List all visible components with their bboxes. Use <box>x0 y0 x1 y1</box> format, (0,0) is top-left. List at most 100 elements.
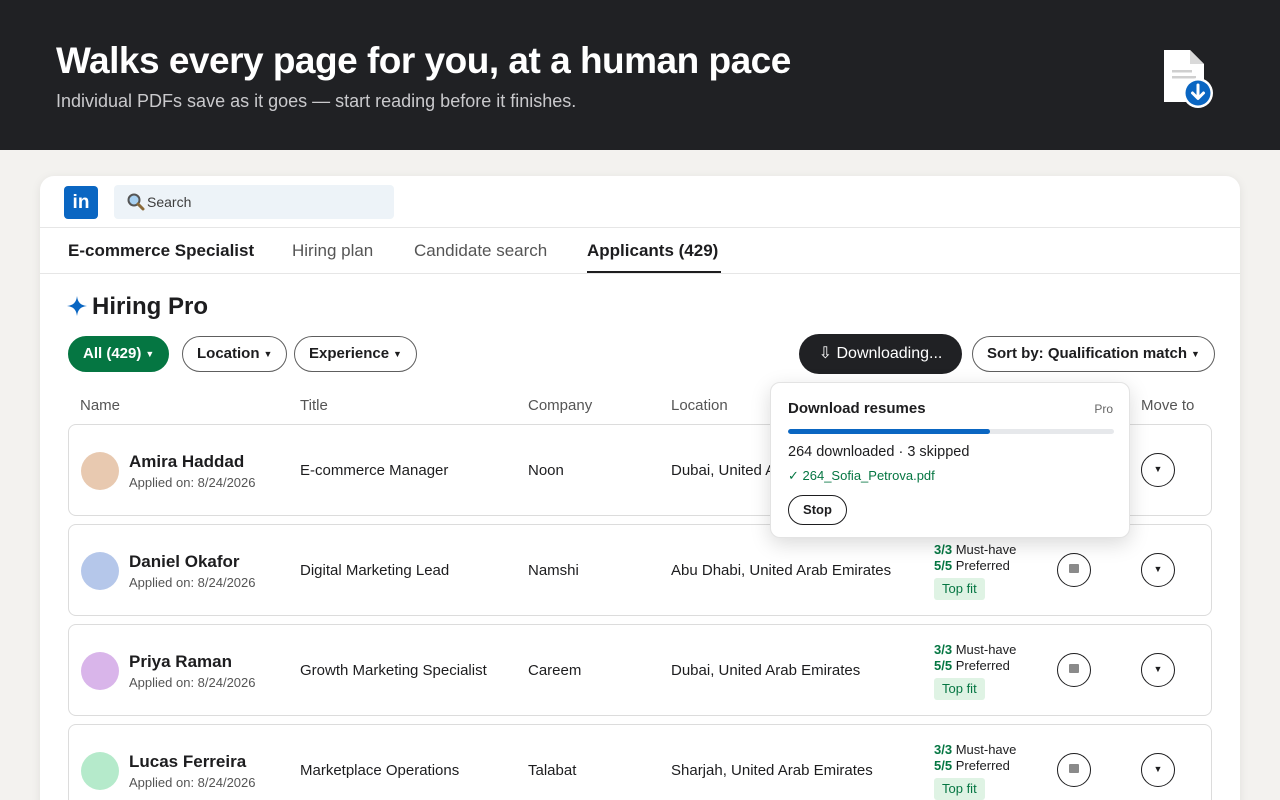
tab-candidate-search[interactable]: Candidate search <box>414 241 547 261</box>
sort-button[interactable]: Sort by: Qualification match ▼ <box>972 336 1215 372</box>
table-row[interactable]: Lucas Ferreira Applied on: 8/24/2026 Mar… <box>68 724 1212 800</box>
filter-location-label: Location <box>197 345 260 362</box>
preferred-label: Preferred <box>955 658 1010 673</box>
downloading-button[interactable]: ⇩ Downloading... <box>799 334 962 374</box>
must-have-label: Must-have <box>955 642 1017 657</box>
search-icon <box>127 193 145 211</box>
sparkle-icon <box>67 296 87 316</box>
top-fit-badge: Top fit <box>934 778 985 800</box>
applicant-name[interactable]: Amira Haddad <box>129 452 244 472</box>
banner-subtitle: Individual PDFs save as it goes — start … <box>56 91 577 111</box>
applicant-location: Abu Dhabi, United Arab Emirates <box>671 562 892 579</box>
must-have-score: 3/3 Must-have <box>934 742 1016 757</box>
message-icon <box>1069 664 1079 673</box>
must-have-score: 3/3 Must-have <box>934 642 1016 657</box>
applicant-name[interactable]: Priya Raman <box>129 652 232 672</box>
applicant-title: Digital Marketing Lead <box>300 562 450 579</box>
download-progress-fill <box>788 429 991 434</box>
stop-button[interactable]: Stop <box>788 495 847 525</box>
chevron-down-icon: ▼ <box>263 349 273 359</box>
applicant-name[interactable]: Lucas Ferreira <box>129 752 246 772</box>
applicant-company: Careem <box>528 662 582 679</box>
tab-job-title[interactable]: E-commerce Specialist <box>68 241 254 261</box>
active-tab-indicator <box>587 271 721 273</box>
col-title: Title <box>300 397 328 414</box>
pro-badge: Pro <box>1094 402 1113 416</box>
applied-date: Applied on: 8/24/2026 <box>129 775 256 790</box>
must-have-score: 3/3 Must-have <box>934 542 1016 557</box>
applicant-location: Dubai, United Arab Emirates <box>671 662 861 679</box>
col-name: Name <box>80 397 121 414</box>
avatar <box>81 452 119 490</box>
filter-experience-label: Experience <box>309 345 390 362</box>
top-fit-badge: Top fit <box>934 678 985 700</box>
move-to-button[interactable]: ▼ <box>1141 753 1175 787</box>
pdf-download-icon <box>1164 50 1213 108</box>
must-have-label: Must-have <box>955 742 1017 757</box>
message-button[interactable] <box>1057 553 1091 587</box>
avatar <box>81 552 119 590</box>
chevron-down-icon: ▼ <box>1153 764 1163 774</box>
tab-hiring-plan[interactable]: Hiring plan <box>292 241 373 261</box>
chevron-down-icon: ▼ <box>1191 349 1200 359</box>
applicant-company: Talabat <box>528 762 577 779</box>
filter-all-button[interactable]: All (429) ▼ <box>68 336 170 372</box>
search-input[interactable] <box>147 185 387 219</box>
move-to-button[interactable]: ▼ <box>1141 553 1175 587</box>
applicant-company: Noon <box>528 462 564 479</box>
applied-date: Applied on: 8/24/2026 <box>129 675 256 690</box>
filter-experience-button[interactable]: Experience ▼ <box>294 336 417 372</box>
preferred-score: 5/5 Preferred <box>934 558 1010 573</box>
chevron-down-icon: ▼ <box>145 349 155 359</box>
must-have-count: 3/3 <box>934 542 953 557</box>
hiring-pro-title: Hiring Pro <box>92 293 209 320</box>
message-button[interactable] <box>1057 753 1091 787</box>
job-tabs: E-commerce Specialist Hiring plan Candid… <box>40 228 1240 274</box>
preferred-score: 5/5 Preferred <box>934 658 1010 673</box>
filter-location-button[interactable]: Location ▼ <box>182 336 288 372</box>
chevron-down-icon: ▼ <box>393 349 402 359</box>
applied-date: Applied on: 8/24/2026 <box>129 475 256 490</box>
message-button[interactable] <box>1057 653 1091 687</box>
preferred-score: 5/5 Preferred <box>934 758 1010 773</box>
avatar <box>81 652 119 690</box>
move-to-button[interactable]: ▼ <box>1141 453 1175 487</box>
preferred-count: 5/5 <box>934 558 953 573</box>
message-icon <box>1069 564 1079 573</box>
move-to-button[interactable]: ▼ <box>1141 653 1175 687</box>
preferred-label: Preferred <box>955 558 1010 573</box>
filter-all-label: All (429) <box>83 345 142 362</box>
applied-date: Applied on: 8/24/2026 <box>129 575 256 590</box>
applicant-company: Namshi <box>528 562 579 579</box>
linkedin-logo[interactable]: in <box>64 186 98 219</box>
download-popup: Download resumes Pro 264 downloaded · 3 … <box>770 382 1130 538</box>
message-icon <box>1069 764 1079 773</box>
download-status: 264 downloaded · 3 skipped <box>788 444 970 460</box>
must-have-count: 3/3 <box>934 742 953 757</box>
table-row[interactable]: Priya Raman Applied on: 8/24/2026 Growth… <box>68 624 1212 716</box>
search-box[interactable] <box>114 185 394 219</box>
col-move-to: Move to <box>1141 397 1195 414</box>
must-have-count: 3/3 <box>934 642 953 657</box>
must-have-label: Must-have <box>955 542 1017 557</box>
avatar <box>81 752 119 790</box>
download-progress-bar <box>788 429 1114 434</box>
col-location: Location <box>671 397 728 414</box>
top-nav: in <box>40 176 1240 228</box>
promo-banner: Walks every page for you, at a human pac… <box>0 0 1280 150</box>
col-company: Company <box>528 397 593 414</box>
applicant-title: Marketplace Operations <box>300 762 460 779</box>
top-fit-badge: Top fit <box>934 578 985 600</box>
preferred-count: 5/5 <box>934 658 953 673</box>
chevron-down-icon: ▼ <box>1153 664 1163 674</box>
chevron-down-icon: ▼ <box>1153 464 1163 474</box>
popup-title: Download resumes <box>788 400 926 417</box>
applicant-location: Sharjah, United Arab Emirates <box>671 762 873 779</box>
tab-applicants[interactable]: Applicants (429) <box>587 241 718 261</box>
applicant-title: E-commerce Manager <box>300 462 449 479</box>
preferred-count: 5/5 <box>934 758 953 773</box>
sort-label: Sort by: Qualification match <box>987 345 1188 362</box>
banner-title: Walks every page for you, at a human pac… <box>56 40 791 81</box>
chevron-down-icon: ▼ <box>1153 564 1163 574</box>
applicant-name[interactable]: Daniel Okafor <box>129 552 240 572</box>
